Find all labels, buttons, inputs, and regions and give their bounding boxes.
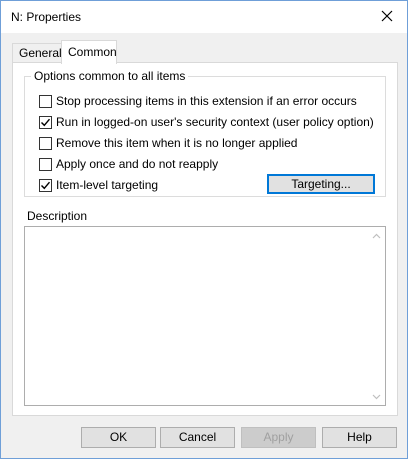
option-run-in-user-context[interactable]: Run in logged-on user's security context… (39, 114, 374, 130)
item-level-targeting-checkbox[interactable] (39, 178, 52, 192)
chevron-down-icon (372, 394, 381, 399)
checkmark-icon (41, 118, 51, 126)
tab-panel-common: Options common to all items Stop process… (12, 62, 398, 416)
description-label: Description (27, 209, 88, 223)
close-button[interactable] (367, 1, 407, 33)
stop-processing-checkbox[interactable] (39, 94, 52, 108)
apply-once-label: Apply once and do not reapply (56, 157, 219, 171)
ok-button[interactable]: OK (81, 427, 156, 448)
option-stop-processing[interactable]: Stop processing items in this extension … (39, 93, 357, 109)
scroll-down-button[interactable] (368, 388, 385, 405)
tab-common[interactable]: Common (61, 40, 117, 64)
option-remove-item[interactable]: Remove this item when it is no longer ap… (39, 135, 297, 151)
description-textarea[interactable] (24, 226, 386, 406)
close-icon (381, 10, 393, 25)
apply-once-checkbox[interactable] (39, 157, 52, 171)
stop-processing-label: Stop processing items in this extension … (56, 94, 357, 108)
help-button[interactable]: Help (322, 427, 397, 448)
option-apply-once[interactable]: Apply once and do not reapply (39, 156, 218, 172)
description-scrollbar[interactable] (368, 227, 385, 405)
remove-item-label: Remove this item when it is no longer ap… (56, 136, 298, 150)
options-group-legend: Options common to all items (31, 69, 189, 83)
cancel-button[interactable]: Cancel (160, 427, 235, 448)
properties-dialog: N: Properties General Common Options com… (0, 0, 408, 459)
item-level-targeting-label: Item-level targeting (56, 178, 159, 192)
window-title: N: Properties (11, 10, 82, 24)
option-item-level-targeting[interactable]: Item-level targeting (39, 177, 158, 193)
run-in-user-context-label: Run in logged-on user's security context… (56, 115, 374, 129)
apply-button[interactable]: Apply (241, 427, 316, 448)
checkmark-icon (41, 181, 51, 189)
tab-general[interactable]: General (12, 43, 62, 63)
remove-item-checkbox[interactable] (39, 136, 52, 150)
options-group: Options common to all items Stop process… (24, 69, 386, 197)
title-bar[interactable]: N: Properties (1, 1, 407, 33)
run-in-user-context-checkbox[interactable] (39, 115, 52, 129)
targeting-button[interactable]: Targeting... (267, 174, 375, 194)
chevron-up-icon (372, 233, 381, 238)
scroll-up-button[interactable] (368, 227, 385, 244)
